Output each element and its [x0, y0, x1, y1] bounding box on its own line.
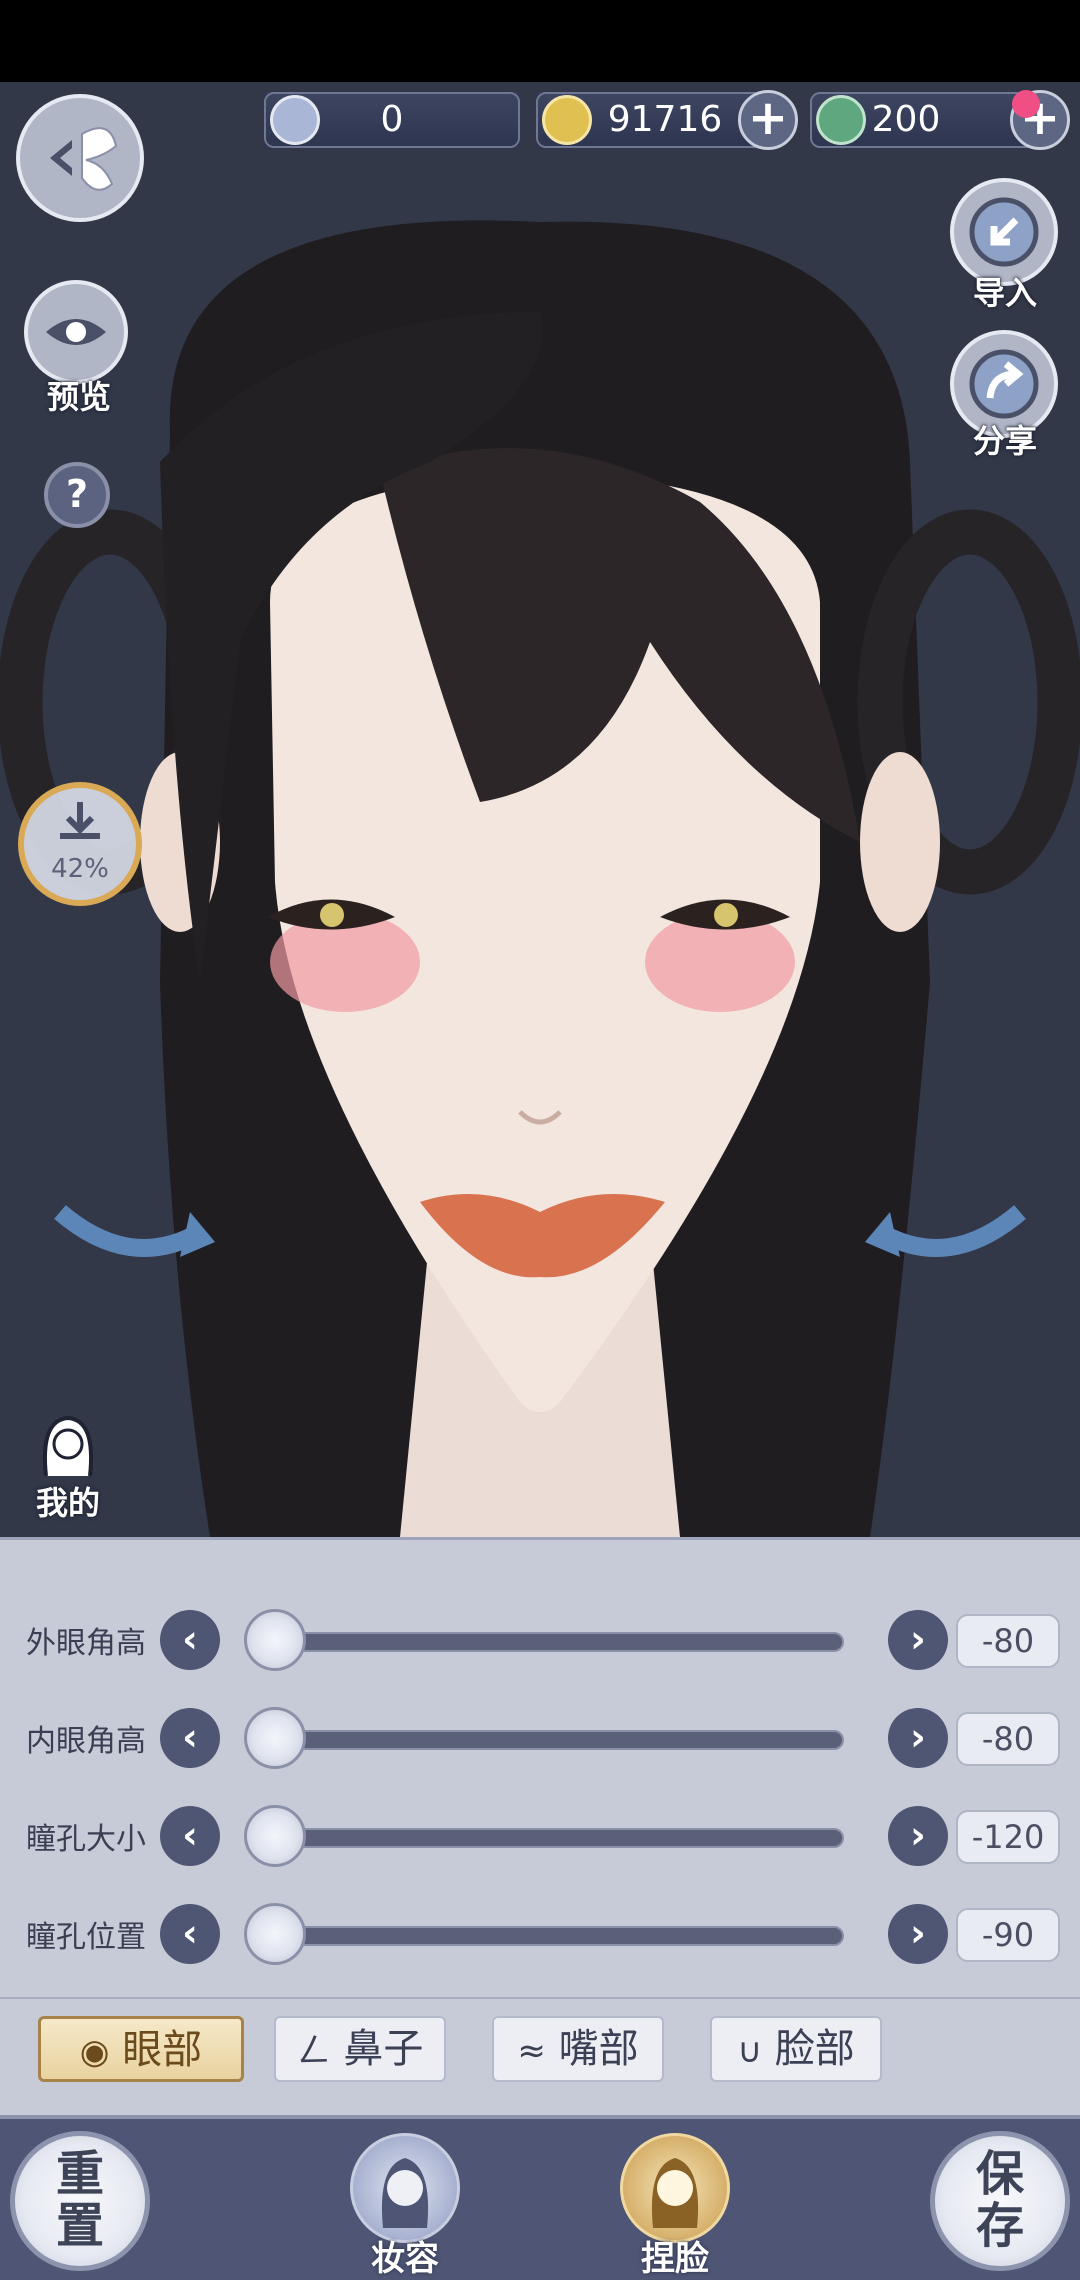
save-button[interactable]: 保存 [930, 2131, 1070, 2271]
preview-label: 预览 [46, 378, 111, 416]
decrease-button[interactable]: ‹ [160, 1904, 220, 1964]
help-button[interactable]: ? [44, 462, 110, 528]
item-currency-value: 0 [380, 99, 404, 140]
tab-label: 眼部 [122, 2027, 203, 2073]
makeup-label: 妆容 [371, 2239, 439, 2279]
jade-currency: 200 [810, 92, 1042, 148]
decrease-button[interactable]: ‹ [160, 1610, 220, 1670]
mine-button[interactable]: 我的 [20, 1410, 116, 1522]
jade-currency-value: 200 [871, 99, 941, 140]
slider-label: 外眼角高 [26, 1626, 146, 1661]
mouth-icon: ≈ [517, 2031, 546, 2071]
eye-icon: ◉ [79, 2032, 110, 2072]
import-icon [969, 197, 1039, 267]
slider-value: -120 [956, 1810, 1060, 1864]
increase-button[interactable]: › [888, 1904, 948, 1964]
decrease-button[interactable]: ‹ [160, 1708, 220, 1768]
download-progress-text: 42% [51, 854, 109, 884]
slider-track[interactable] [262, 1632, 844, 1652]
slider-handle[interactable] [244, 1903, 306, 1965]
slider-value: -80 [956, 1712, 1060, 1766]
tab-face[interactable]: ∪ 脸部 [710, 2016, 882, 2082]
tab-mouth[interactable]: ≈ 嘴部 [492, 2016, 664, 2082]
download-icon [60, 802, 100, 839]
character-model [0, 220, 1080, 1537]
slider-handle[interactable] [244, 1805, 306, 1867]
add-coins-button[interactable]: + [738, 90, 798, 150]
slider-track[interactable] [262, 1926, 844, 1946]
slider-track[interactable] [262, 1828, 844, 1848]
back-button[interactable] [16, 94, 144, 222]
face-sculpt-icon [651, 2158, 699, 2228]
help-label: ? [65, 472, 89, 516]
makeup-icon [381, 2158, 429, 2228]
nose-icon: ㄥ [296, 2031, 331, 2071]
reset-button[interactable]: 重置 [10, 2131, 150, 2271]
import-label: 导入 [972, 274, 1037, 312]
preview-button[interactable] [24, 280, 128, 384]
slider-row-inner-eye-corner: 内眼角高 ‹ › -80 [0, 1702, 1080, 1774]
slider-value: -80 [956, 1614, 1060, 1668]
character-viewport[interactable] [0, 82, 1080, 1537]
decrease-button[interactable]: ‹ [160, 1806, 220, 1866]
slider-label: 瞳孔大小 [26, 1822, 146, 1857]
item-currency: 0 [264, 92, 520, 148]
tab-label: 脸部 [774, 2026, 855, 2072]
face-sculpt-label: 捏脸 [641, 2239, 709, 2279]
mine-label: 我的 [35, 1484, 100, 1522]
slider-value: -90 [956, 1908, 1060, 1962]
slider-row-pupil-size: 瞳孔大小 ‹ › -120 [0, 1800, 1080, 1872]
bottom-nav: 重置 妆容 捏脸 保存 [0, 2115, 1080, 2280]
slider-handle[interactable] [244, 1609, 306, 1671]
increase-button[interactable]: › [888, 1610, 948, 1670]
eye-icon [46, 319, 106, 345]
face-sculpt-tab[interactable] [620, 2133, 730, 2243]
makeup-tab[interactable] [350, 2133, 460, 2243]
coin-currency-value: 91716 [607, 99, 723, 140]
slider-label: 内眼角高 [26, 1724, 146, 1759]
save-label: 保存 [975, 2146, 1024, 2254]
coin-currency: 91716 [536, 92, 764, 148]
reset-label: 重置 [55, 2146, 104, 2254]
notification-dot [1012, 90, 1040, 118]
slider-row-pupil-position: 瞳孔位置 ‹ › -90 [0, 1898, 1080, 1970]
tab-label: 鼻子 [343, 2026, 424, 2072]
face-icon: ∪ [737, 2031, 763, 2071]
download-progress-button[interactable]: 42% [18, 782, 142, 906]
back-butterfly-icon [50, 127, 118, 191]
tab-eyes[interactable]: ◉ 眼部 [38, 2016, 244, 2082]
increase-button[interactable]: › [888, 1708, 948, 1768]
slider-label: 瞳孔位置 [26, 1920, 146, 1955]
increase-button[interactable]: › [888, 1806, 948, 1866]
slider-row-outer-eye-corner: 外眼角高 ‹ › -80 [0, 1604, 1080, 1676]
tab-label: 嘴部 [558, 2026, 639, 2072]
avatar-icon [43, 1415, 93, 1477]
share-label: 分享 [972, 422, 1037, 460]
slider-track[interactable] [262, 1730, 844, 1750]
category-tabs: ◉ 眼部 ㄥ 鼻子 ≈ 嘴部 ∪ 脸部 [0, 1997, 1080, 2111]
slider-handle[interactable] [244, 1707, 306, 1769]
tab-nose[interactable]: ㄥ 鼻子 [274, 2016, 446, 2082]
